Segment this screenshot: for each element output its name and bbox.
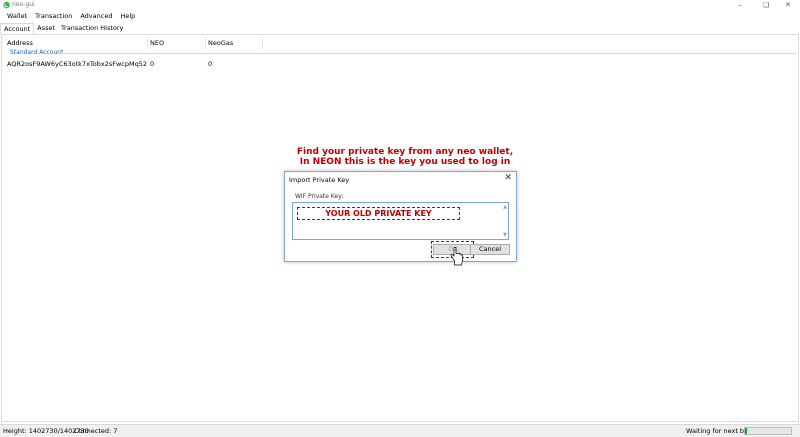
column-header-neo[interactable]: NEO xyxy=(150,38,164,49)
status-bar: Height: 1402730/1402730 Connected: 7 Wai… xyxy=(0,424,800,437)
column-header-neogas[interactable]: NeoGas xyxy=(208,38,233,49)
import-private-key-dialog: Import Private Key ✕ WIF Private Key: YO… xyxy=(284,171,517,262)
minimize-icon: – xyxy=(738,1,742,9)
dialog-close-button[interactable]: ✕ xyxy=(504,173,512,183)
maximize-icon: ❏ xyxy=(762,1,770,9)
tab-account[interactable]: Account xyxy=(0,23,35,34)
next-block-progress xyxy=(744,427,792,435)
annotation-callout: Find your private key from any neo walle… xyxy=(205,147,605,167)
column-separator[interactable] xyxy=(262,38,263,49)
column-header-address[interactable]: Address xyxy=(7,38,33,49)
window-title: neo-gui xyxy=(12,1,35,8)
minimize-button[interactable]: – xyxy=(728,0,752,10)
menu-bar: Wallet Transaction Advanced Help xyxy=(0,11,800,22)
annotation-line-1: Find your private key from any neo walle… xyxy=(296,147,514,157)
connection-count: Connected: 7 xyxy=(74,427,118,435)
account-neo-balance: 0 xyxy=(150,60,155,68)
tab-transaction-history[interactable]: Transaction History xyxy=(58,23,126,34)
scroll-up-arrow-icon[interactable]: ▲ xyxy=(503,204,507,210)
close-icon: ✕ xyxy=(785,1,791,9)
account-address[interactable]: AQR2osF9AW6yC63otk7xTobx2sFwcpMq52 xyxy=(7,60,147,68)
tab-strip: Account Asset Transaction History xyxy=(0,23,800,34)
column-separator[interactable] xyxy=(205,38,206,49)
cancel-button[interactable]: Cancel xyxy=(470,244,510,255)
group-label-standard-account: Standard Account xyxy=(10,49,64,56)
menu-help[interactable]: Help xyxy=(116,11,139,22)
neo-logo-icon xyxy=(3,1,10,9)
maximize-button[interactable]: ❏ xyxy=(754,0,778,10)
tab-asset[interactable]: Asset xyxy=(34,23,58,34)
close-button[interactable]: ✕ xyxy=(776,0,800,10)
menu-advanced[interactable]: Advanced xyxy=(76,11,116,22)
close-icon: ✕ xyxy=(504,173,512,183)
dialog-title: Import Private Key xyxy=(289,176,350,184)
group-divider xyxy=(59,53,797,54)
title-bar: neo-gui – ❏ ✕ xyxy=(0,0,800,10)
scroll-down-arrow-icon[interactable]: ▼ xyxy=(503,232,507,238)
menu-transaction[interactable]: Transaction xyxy=(31,11,76,22)
account-neogas-balance: 0 xyxy=(208,60,213,68)
wif-key-value: YOUR OLD PRIVATE KEY xyxy=(297,207,460,220)
column-separator[interactable] xyxy=(147,38,148,49)
annotation-line-2: In NEON this is the key you used to log … xyxy=(299,157,511,167)
menu-wallet[interactable]: Wallet xyxy=(0,11,31,22)
wif-key-textarea[interactable]: YOUR OLD PRIVATE KEY ▲ ▼ xyxy=(292,202,509,240)
hand-cursor-icon xyxy=(450,247,463,266)
wif-key-label: WIF Private Key: xyxy=(295,193,344,200)
progress-fill xyxy=(745,428,748,434)
